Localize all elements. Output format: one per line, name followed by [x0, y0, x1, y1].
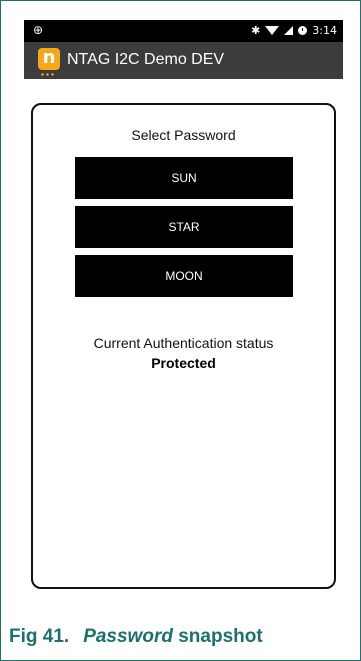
- app-logo-icon: n: [38, 48, 60, 70]
- action-bar: n NTAG I2C Demo DEV: [24, 42, 343, 79]
- sun-button[interactable]: SUN: [75, 157, 293, 199]
- figure-frame: ⊕ ✱ 3:14 n NTAG I2C Demo DEV Select Pass…: [0, 0, 361, 661]
- caption-italic: Password: [83, 626, 173, 647]
- moon-button[interactable]: MOON: [75, 255, 293, 297]
- caption-figure-number: Fig 41.: [9, 626, 70, 647]
- status-time: 3:14: [312, 24, 337, 37]
- caption-rest: snapshot: [172, 626, 263, 647]
- app-title: NTAG I2C Demo DEV: [67, 51, 225, 68]
- status-bar: ⊕ ✱ 3:14: [24, 20, 343, 42]
- phone-screen: ⊕ ✱ 3:14 n NTAG I2C Demo DEV Select Pass…: [24, 20, 343, 605]
- star-button[interactable]: STAR: [75, 206, 293, 248]
- figure-caption: Fig 41. Password snapshot: [9, 626, 263, 648]
- signal-icon: [284, 26, 294, 35]
- android-debug-icon: ⊕: [33, 23, 44, 37]
- clock-icon: [298, 26, 308, 35]
- auth-status-label: Current Authentication status: [93, 335, 274, 351]
- bluetooth-icon: ✱: [251, 24, 261, 37]
- auth-status-value: Protected: [151, 355, 216, 371]
- password-panel: Select Password SUN STAR MOON Current Au…: [31, 103, 336, 589]
- select-password-label: Select Password: [131, 127, 236, 143]
- status-icons: ✱ 3:14: [251, 24, 337, 37]
- wifi-icon: [265, 26, 280, 35]
- app-logo-dots: [40, 73, 56, 76]
